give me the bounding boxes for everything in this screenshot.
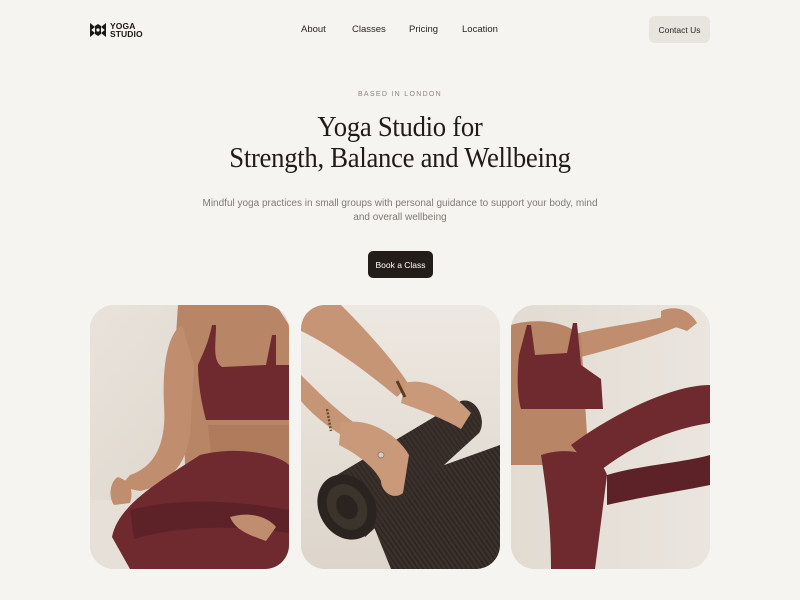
- gallery-card-seated: [90, 305, 289, 569]
- rolling-yoga-mat-photo: [301, 305, 500, 569]
- gallery-card-mat: [301, 305, 500, 569]
- book-a-class-button[interactable]: Book a Class: [368, 251, 433, 278]
- seated-yoga-pose-photo: [90, 305, 289, 569]
- brand-line-2: STUDIO: [110, 29, 143, 39]
- nav-classes-link[interactable]: Classes: [352, 24, 386, 35]
- nav-pricing-link[interactable]: Pricing: [409, 24, 438, 35]
- yoga-studio-logo-icon: [90, 23, 106, 37]
- hero-title-line-2: Strength, Balance and Wellbeing: [229, 142, 571, 174]
- hero-eyebrow: BASED IN LONDON: [357, 91, 443, 98]
- hero-title-line-1: Yoga Studio for: [317, 111, 483, 143]
- contact-us-button[interactable]: Contact Us: [649, 16, 710, 43]
- standing-stretch-pose-photo: [511, 305, 710, 569]
- site-header: YOGA STUDIO About Classes Pricing Locati…: [0, 0, 800, 60]
- brand-name: YOGA STUDIO: [110, 21, 143, 39]
- hero-title: Yoga Studio for Strength, Balance and We…: [32, 112, 768, 174]
- nav-about-link[interactable]: About: [301, 24, 326, 35]
- nav-location-link[interactable]: Location: [462, 24, 498, 35]
- gallery-card-stretch: [511, 305, 710, 569]
- hero-subtitle: Mindful yoga practices in small groups w…: [202, 198, 598, 223]
- brand-logo[interactable]: YOGA STUDIO: [90, 20, 143, 40]
